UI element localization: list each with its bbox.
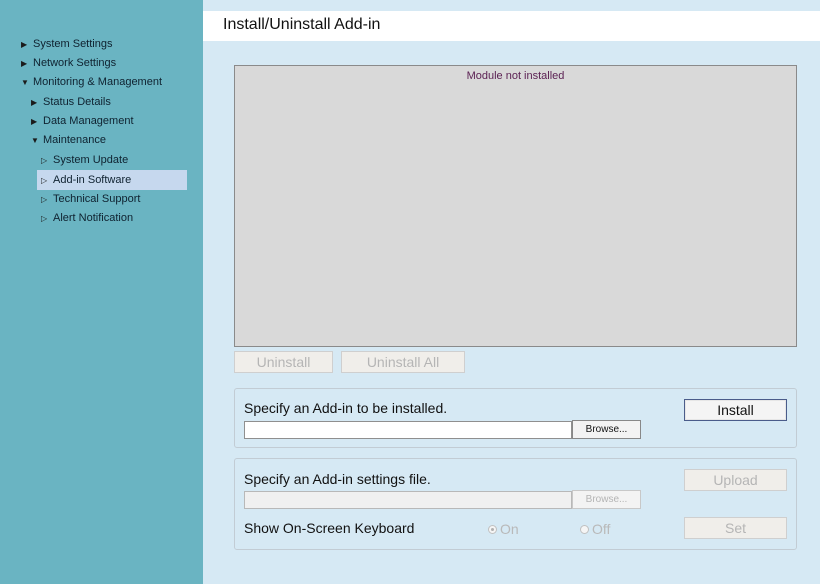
sidebar-item-label: Network Settings xyxy=(33,57,117,69)
keyboard-label: Show On-Screen Keyboard xyxy=(244,520,415,536)
sidebar-item-data-management[interactable]: ▶ Data Management xyxy=(31,111,134,131)
sidebar-item-technical-support[interactable]: ▷ Technical Support xyxy=(41,189,140,209)
sidebar-item-label: Maintenance xyxy=(43,134,106,146)
triangle-down-icon: ▼ xyxy=(21,77,29,87)
triangle-right-icon: ▶ xyxy=(21,58,28,68)
sidebar-item-network-settings[interactable]: ▶ Network Settings xyxy=(21,53,116,73)
install-panel-label: Specify an Add-in to be installed. xyxy=(244,400,448,416)
sidebar-item-monitoring-management[interactable]: ▼ Monitoring & Management xyxy=(21,72,162,92)
sidebar-item-label: Status Details xyxy=(43,96,111,108)
sidebar-item-add-in-software[interactable]: ▷ Add-in Software xyxy=(37,170,187,190)
settings-panel-label: Specify an Add-in settings file. xyxy=(244,471,431,487)
settings-panel: Specify an Add-in settings file. Browse.… xyxy=(234,458,797,550)
sidebar-item-system-settings[interactable]: ▶ System Settings xyxy=(21,34,112,54)
uninstall-all-button[interactable]: Uninstall All xyxy=(341,351,465,373)
sidebar-item-system-update[interactable]: ▷ System Update xyxy=(41,150,128,170)
set-button[interactable]: Set xyxy=(684,517,787,539)
radio-checked-icon xyxy=(488,524,497,534)
sidebar-item-label: System Update xyxy=(53,154,129,166)
radio-label: Off xyxy=(592,521,611,537)
radio-unchecked-icon xyxy=(580,524,589,534)
sidebar-item-label: Alert Notification xyxy=(53,212,134,224)
upload-button[interactable]: Upload xyxy=(684,469,787,491)
sidebar-item-maintenance[interactable]: ▼ Maintenance xyxy=(31,130,106,150)
install-button[interactable]: Install xyxy=(684,399,787,421)
sidebar-item-label: Data Management xyxy=(43,115,134,127)
sidebar-item-status-details[interactable]: ▶ Status Details xyxy=(31,92,111,112)
triangle-right-icon: ▶ xyxy=(31,116,38,126)
page-title: Install/Uninstall Add-in xyxy=(223,16,381,33)
triangle-right-icon: ▶ xyxy=(31,97,38,107)
install-panel: Specify an Add-in to be installed. Brows… xyxy=(234,388,797,448)
radio-label: On xyxy=(500,521,519,537)
triangle-right-outline-icon: ▷ xyxy=(41,175,48,185)
triangle-right-outline-icon: ▷ xyxy=(41,194,48,204)
triangle-down-icon: ▼ xyxy=(31,135,39,145)
settings-file-field[interactable] xyxy=(244,491,572,509)
addin-file-field[interactable] xyxy=(244,421,572,439)
triangle-right-outline-icon: ▷ xyxy=(41,213,48,223)
triangle-right-outline-icon: ▷ xyxy=(41,155,48,165)
triangle-right-icon: ▶ xyxy=(21,39,28,49)
module-list[interactable]: Module not installed xyxy=(234,65,797,347)
keyboard-on-radio[interactable]: On xyxy=(488,521,519,537)
uninstall-button[interactable]: Uninstall xyxy=(234,351,333,373)
sidebar: ▶ System Settings ▶ Network Settings ▼ M… xyxy=(0,0,203,584)
main-content: Install/Uninstall Add-in Module not inst… xyxy=(203,0,820,584)
sidebar-item-label: Add-in Software xyxy=(53,174,132,186)
sidebar-item-label: Technical Support xyxy=(53,193,141,205)
sidebar-item-label: System Settings xyxy=(33,38,113,50)
title-bar: Install/Uninstall Add-in xyxy=(203,11,820,41)
sidebar-item-alert-notification[interactable]: ▷ Alert Notification xyxy=(41,208,133,228)
keyboard-off-radio[interactable]: Off xyxy=(580,521,610,537)
browse-addin-button[interactable]: Browse... xyxy=(572,420,641,439)
module-status-text: Module not installed xyxy=(466,70,565,82)
sidebar-item-label: Monitoring & Management xyxy=(33,76,163,88)
browse-settings-button[interactable]: Browse... xyxy=(572,490,641,509)
